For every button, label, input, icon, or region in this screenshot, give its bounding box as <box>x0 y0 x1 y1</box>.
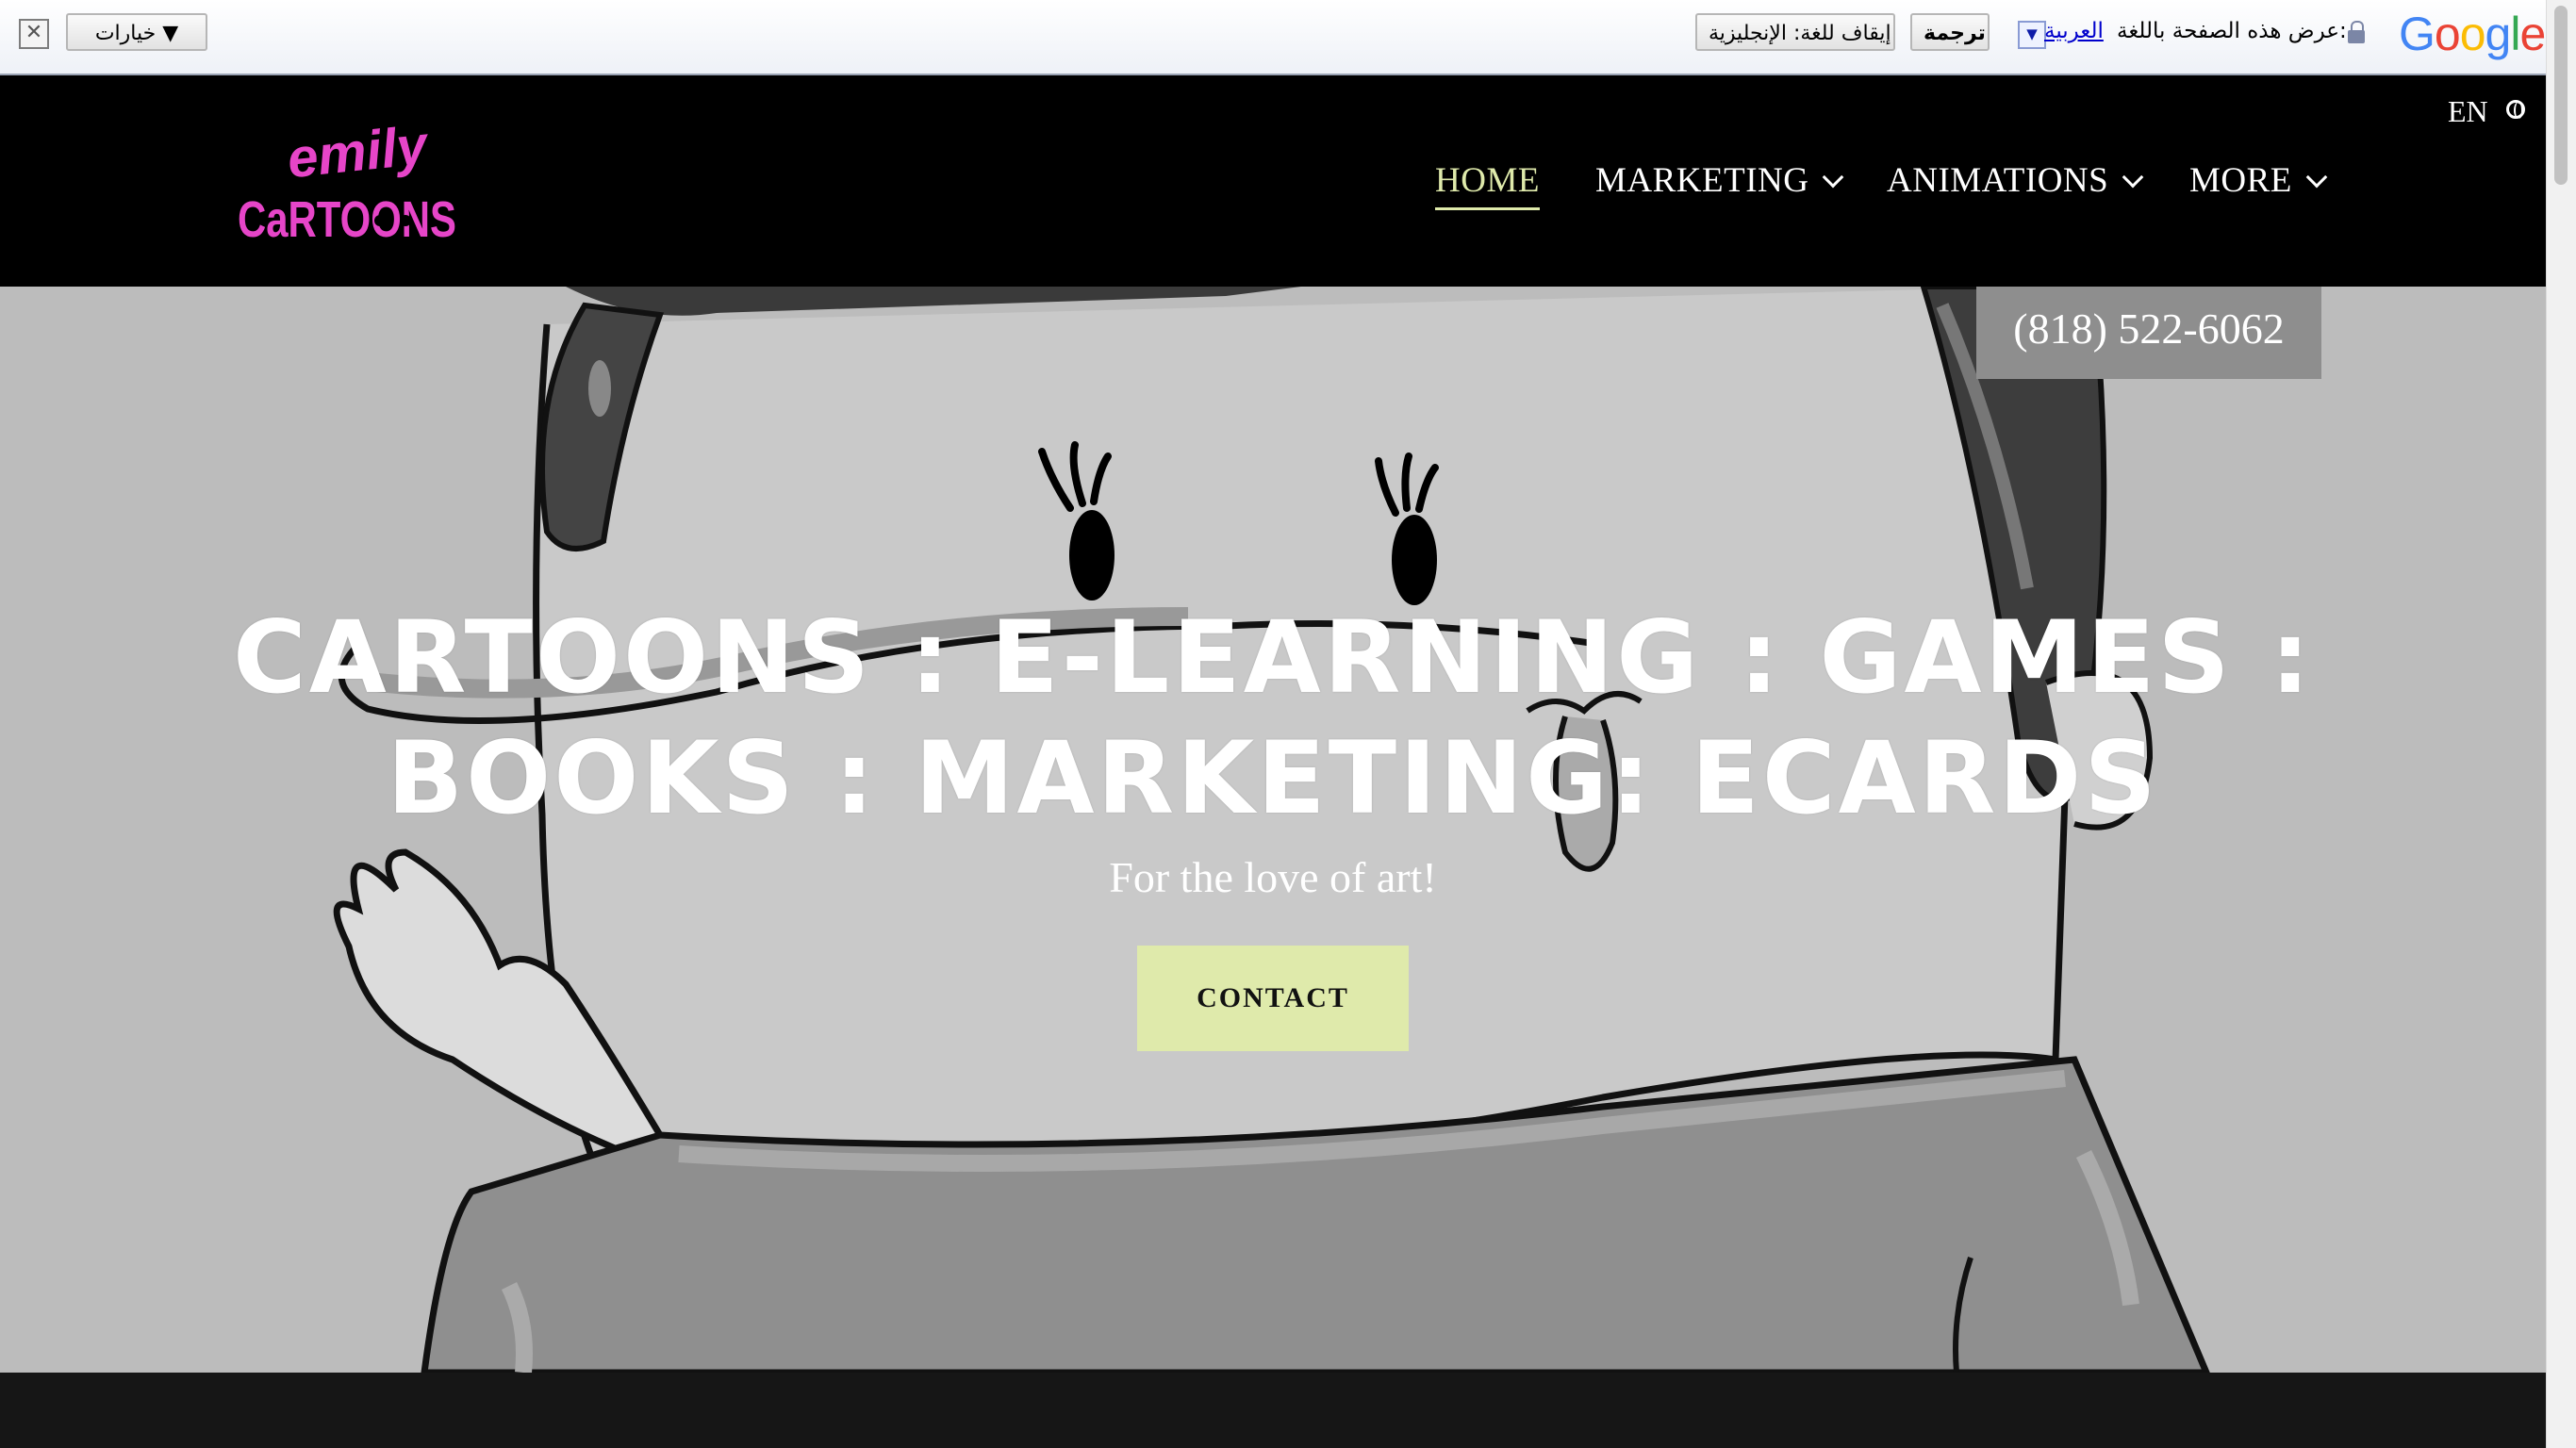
page-bottom-band <box>0 1373 2546 1448</box>
active-underline <box>1435 207 1540 210</box>
nav-animations-label: ANIMATIONS <box>1887 161 2109 200</box>
nav-more-label: MORE <box>2189 161 2292 200</box>
chevron-down-icon <box>2122 166 2144 189</box>
site-header: emily CaRTOONS EN HOME MARKETING ANIMATI… <box>0 74 2546 287</box>
hero-tagline: For the love of art! <box>1109 853 1437 901</box>
hero-headline: CARTOONS : E-LEARNING : GAMES : BOOKS : … <box>207 598 2338 839</box>
headline-line-1: CARTOONS : E-LEARNING : GAMES : <box>232 600 2314 716</box>
language-switch[interactable]: EN <box>2448 94 2488 129</box>
google-logo: Google <box>2399 8 2546 60</box>
nav-marketing[interactable]: MARKETING <box>1595 160 1844 201</box>
hero-section: (818) 522-6062 CARTOONS : E-LEARNING : G… <box>0 287 2546 1373</box>
contact-button[interactable]: CONTACT <box>1137 946 1409 1051</box>
main-nav: HOME MARKETING ANIMATIONS MORE <box>0 160 2546 210</box>
nav-marketing-label: MARKETING <box>1595 161 1809 200</box>
dropdown-arrow-icon[interactable]: ▼ <box>2018 21 2046 49</box>
nav-more[interactable]: MORE <box>2189 160 2328 201</box>
phone-number-link[interactable]: (818) 522-6062 <box>1976 304 2321 354</box>
nav-home[interactable]: HOME <box>1435 160 1540 210</box>
lock-icon <box>2348 21 2365 43</box>
language-select-link[interactable]: العربية <box>2044 19 2104 43</box>
translate-prompt: عرض هذه الصفحة باللغة: <box>2117 19 2347 43</box>
google-translate-bar: ✕ خيارات ▼ إيقاف للغة: الإنجليزية ترجمة … <box>0 0 2546 75</box>
chevron-down-icon <box>2305 166 2328 189</box>
close-icon[interactable]: ✕ <box>19 19 49 49</box>
nav-animations[interactable]: ANIMATIONS <box>1887 160 2144 201</box>
translate-options-button[interactable]: خيارات ▼ <box>66 13 207 51</box>
phone-box: (818) 522-6062 <box>1976 287 2321 379</box>
headline-line-2: BOOKS : MARKETING: ECARDS <box>387 720 2159 836</box>
stop-translate-button[interactable]: إيقاف للغة: الإنجليزية <box>1695 13 1895 51</box>
globe-icon[interactable] <box>2506 100 2525 119</box>
nav-home-label: HOME <box>1435 161 1540 200</box>
scrollbar[interactable] <box>2546 0 2576 1448</box>
chevron-down-icon <box>1823 166 1844 189</box>
scrollbar-thumb[interactable] <box>2554 6 2568 185</box>
translate-button[interactable]: ترجمة <box>1910 13 1990 51</box>
